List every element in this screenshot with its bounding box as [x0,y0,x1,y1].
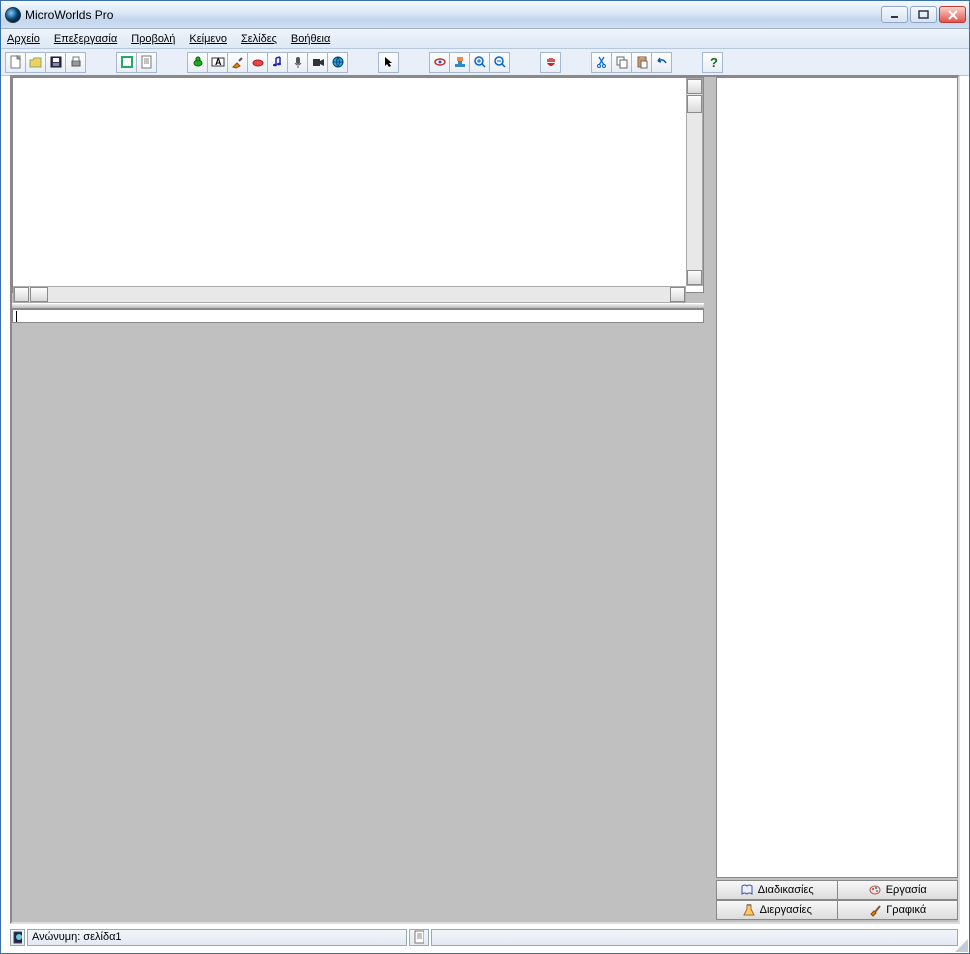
scroll-up-arrow-icon[interactable] [687,79,702,94]
menu-pages[interactable]: Σελίδες [241,33,277,45]
scroll-down-arrow-icon[interactable] [687,270,702,285]
page-button[interactable] [116,52,137,73]
maximize-button[interactable] [910,6,937,23]
video-button[interactable] [307,52,328,73]
tab-work-label: Εργασία [886,884,927,896]
command-output-area [12,324,704,922]
status-app-icon [10,929,25,946]
text-cursor [16,311,17,322]
tab-procedures-label: Διαδικασίες [758,884,814,896]
status-extra [431,929,958,946]
menu-text[interactable]: Κείμενο [189,33,227,45]
scroll-left-arrow-icon[interactable] [14,287,29,302]
eye-button[interactable] [429,52,450,73]
record-button[interactable] [287,52,308,73]
menu-help[interactable]: Βοήθεια [291,33,330,45]
melody-button[interactable] [267,52,288,73]
horizontal-scroll-thumb[interactable] [30,287,48,302]
tab-row-bottom: Διεργασίες Γραφικά [716,900,958,920]
toolbar: A ? [1,49,969,76]
status-bar: Ανώνυμη: σελίδα1 [10,928,960,946]
menu-view[interactable]: Προβολή [131,33,175,45]
undo-button[interactable] [651,52,672,73]
menu-bar: Αρχείο Επεξεργασία Προβολή Κείμενο Σελίδ… [1,29,969,49]
status-page-name: Ανώνυμη: σελίδα1 [27,929,407,946]
svg-text:A: A [215,57,222,67]
resize-grip[interactable] [954,938,968,952]
menu-edit[interactable]: Επεξεργασία [54,33,117,45]
pointer-button[interactable] [378,52,399,73]
canvas-horizontal-scrollbar[interactable] [13,286,686,303]
brush-icon [868,903,882,917]
help-button[interactable]: ? [702,52,723,73]
window-controls [881,6,969,23]
flask-icon [742,903,756,917]
tab-work[interactable]: Εργασία [837,880,959,900]
canvas-vertical-scrollbar[interactable] [686,78,703,286]
close-button[interactable] [939,6,966,23]
document-button[interactable] [136,52,157,73]
status-text: Ανώνυμη: σελίδα1 [32,931,122,943]
hyperlink-button[interactable] [327,52,348,73]
work-area: Διαδικασίες Εργασία Διεργασίες Γραφικά [10,75,960,924]
cut-button[interactable] [591,52,612,73]
palette-icon [868,883,882,897]
minimize-button[interactable] [881,6,908,23]
menu-file[interactable]: Αρχείο [7,33,40,45]
tab-graphics-label: Γραφικά [886,904,926,916]
button-button[interactable] [247,52,268,73]
tab-processes-label: Διεργασίες [760,904,812,916]
tab-processes[interactable]: Διεργασίες [716,900,838,920]
page-canvas[interactable] [12,77,704,293]
book-icon [740,883,754,897]
left-panel [12,77,704,922]
side-panel-content[interactable] [716,77,958,878]
stop-button[interactable] [540,52,561,73]
right-panel: Διαδικασίες Εργασία Διεργασίες Γραφικά [716,77,958,922]
app-icon [5,7,21,23]
copy-button[interactable] [611,52,632,73]
title-bar: MicroWorlds Pro [1,1,969,29]
stamp-button[interactable] [449,52,470,73]
svg-text:?: ? [710,55,718,69]
paste-button[interactable] [631,52,652,73]
status-doc-icon[interactable] [409,929,429,946]
print-button[interactable] [65,52,86,73]
zoom-in-button[interactable] [469,52,490,73]
window-title: MicroWorlds Pro [25,8,881,22]
open-button[interactable] [25,52,46,73]
new-button[interactable] [5,52,26,73]
tab-row-top: Διαδικασίες Εργασία [716,880,958,900]
paint-button[interactable] [227,52,248,73]
zoom-out-button[interactable] [489,52,510,73]
command-center[interactable] [12,309,704,323]
turtle-button[interactable] [187,52,208,73]
tab-graphics[interactable]: Γραφικά [837,900,959,920]
textbox-button[interactable]: A [207,52,228,73]
vertical-scroll-thumb[interactable] [687,95,702,113]
scroll-right-arrow-icon[interactable] [670,287,685,302]
save-button[interactable] [45,52,66,73]
tab-procedures[interactable]: Διαδικασίες [716,880,838,900]
